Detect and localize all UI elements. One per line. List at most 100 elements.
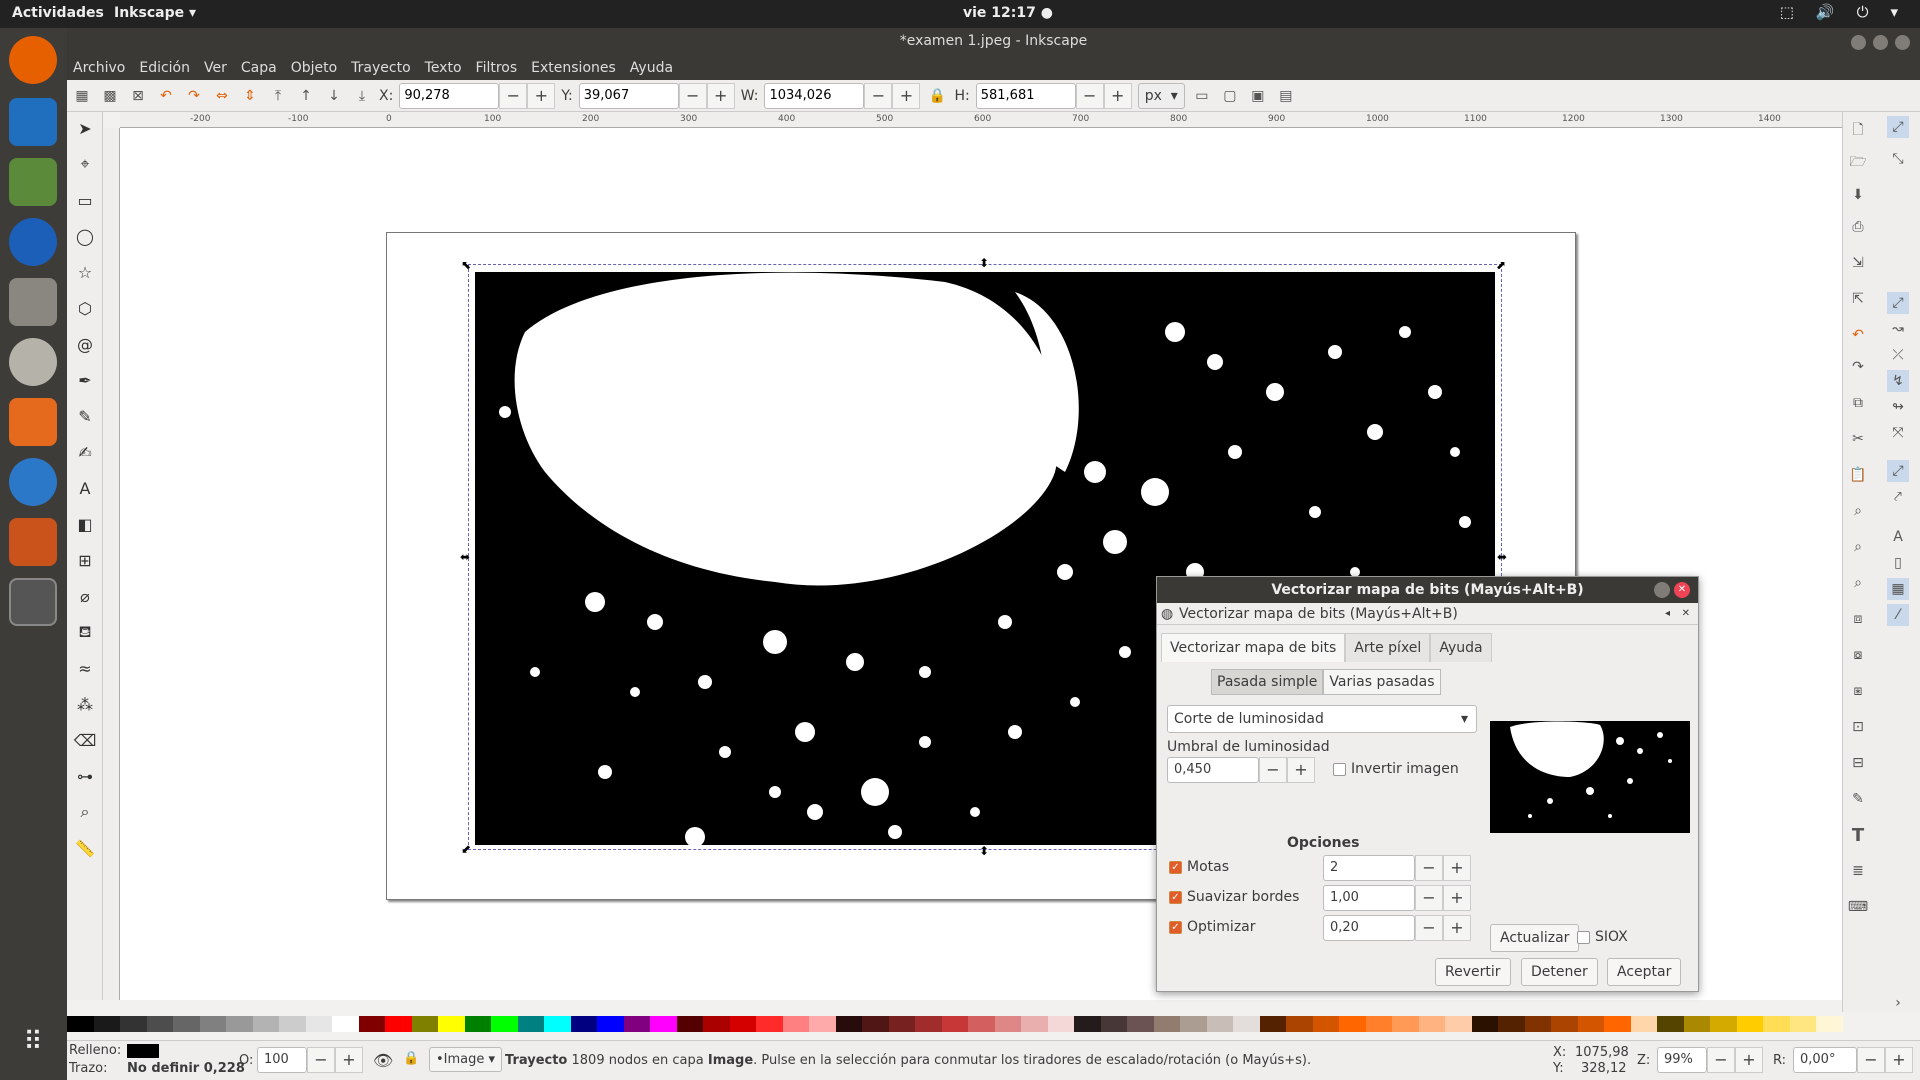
palette-swatch[interactable]	[358, 1016, 385, 1032]
palette-swatch[interactable]	[809, 1016, 836, 1032]
layer-select[interactable]: •Image ▾	[429, 1047, 503, 1072]
palette-swatch[interactable]	[570, 1016, 597, 1032]
palette-swatch[interactable]	[888, 1016, 915, 1032]
calligraphy-tool-icon[interactable]: ✍	[73, 440, 97, 464]
layers-icon[interactable]: ≣	[1847, 860, 1869, 882]
palette-swatch[interactable]	[597, 1016, 624, 1032]
palette-swatch[interactable]	[1577, 1016, 1604, 1032]
pen-tool-icon[interactable]: ✒	[73, 368, 97, 392]
y-increment[interactable]: +	[706, 82, 735, 109]
palette-swatch[interactable]	[1047, 1016, 1074, 1032]
opacity-increment[interactable]: +	[335, 1047, 363, 1073]
new-document-icon[interactable]: 🗋	[1847, 120, 1869, 142]
threshold-spin[interactable]: 0,450− +	[1167, 757, 1315, 783]
palette-swatch[interactable]	[385, 1016, 412, 1032]
group-icon[interactable]: ⊡	[1847, 716, 1869, 738]
x-increment[interactable]: +	[527, 82, 556, 109]
menu-ver[interactable]: Ver	[204, 60, 227, 76]
palette-swatch[interactable]	[1710, 1016, 1737, 1032]
menu-archivo[interactable]: Archivo	[73, 60, 125, 76]
scale-handle-nw[interactable]: ⬉	[461, 258, 471, 272]
h-decrement[interactable]: −	[1075, 82, 1104, 109]
select-all-layers-icon[interactable]: ▩	[99, 85, 121, 107]
flip-vertical-icon[interactable]: ⇕	[239, 85, 261, 107]
revert-button[interactable]: Revertir	[1435, 958, 1511, 986]
smooth-increment[interactable]: +	[1443, 885, 1471, 911]
dialog-close-icon[interactable]: ✕	[1674, 582, 1690, 598]
palette-swatch[interactable]	[623, 1016, 650, 1032]
palette-swatch[interactable]	[968, 1016, 995, 1032]
zoom-spin[interactable]: 99% − +	[1657, 1047, 1763, 1073]
w-decrement[interactable]: −	[864, 82, 893, 109]
palette-swatch[interactable]	[1153, 1016, 1180, 1032]
palette-swatch[interactable]	[1100, 1016, 1127, 1032]
snap-midpoints-icon[interactable]: ⤧	[1887, 422, 1909, 444]
fill-swatch[interactable]	[127, 1044, 159, 1058]
palette-swatch[interactable]	[1657, 1016, 1684, 1032]
scale-stroke-icon[interactable]: ▭	[1191, 85, 1213, 107]
writer-icon[interactable]	[9, 98, 57, 146]
dialog-minimize-icon[interactable]	[1654, 582, 1670, 598]
menu-texto[interactable]: Texto	[425, 60, 462, 76]
rectangle-tool-icon[interactable]: ▭	[73, 188, 97, 212]
h-increment[interactable]: +	[1103, 82, 1132, 109]
scale-handle-s[interactable]: ⬍	[979, 844, 989, 858]
lock-icon[interactable]: 🔒	[926, 85, 948, 107]
zoom-tool-icon[interactable]: ⌕	[73, 800, 97, 824]
unlink-clone-icon[interactable]: ⧆	[1847, 680, 1869, 702]
palette-swatch[interactable]	[1816, 1016, 1843, 1032]
import-icon[interactable]: ⇲	[1847, 252, 1869, 274]
palette-swatch[interactable]	[146, 1016, 173, 1032]
w-input[interactable]	[764, 82, 865, 109]
speckles-value[interactable]: 2	[1323, 855, 1415, 881]
palette-swatch[interactable]	[941, 1016, 968, 1032]
scale-handle-sw[interactable]: ⬋	[461, 842, 471, 856]
palette-swatch[interactable]	[305, 1016, 332, 1032]
lock-icon[interactable]: 🔒	[403, 1051, 419, 1066]
optimize-checkbox[interactable]: ✓ Optimizar	[1169, 919, 1256, 935]
lower-icon[interactable]: ↓	[323, 85, 345, 107]
menu-trayecto[interactable]: Trayecto	[351, 60, 410, 76]
palette-swatch[interactable]	[1312, 1016, 1339, 1032]
print-icon[interactable]: ⎙	[1847, 216, 1869, 238]
rotate-cw-icon[interactable]: ↷	[183, 85, 205, 107]
palette-swatch[interactable]	[491, 1016, 518, 1032]
palette-swatch[interactable]	[1286, 1016, 1313, 1032]
raise-to-top-icon[interactable]: ⤒	[267, 85, 289, 107]
palette-swatch[interactable]	[1206, 1016, 1233, 1032]
node-tool-icon[interactable]: ⌖	[73, 152, 97, 176]
ellipse-tool-icon[interactable]: ◯	[73, 224, 97, 248]
spiral-tool-icon[interactable]: @	[73, 332, 97, 356]
zoom-decrement[interactable]: −	[1707, 1047, 1735, 1073]
selector-tool-icon[interactable]: ➤	[73, 116, 97, 140]
smooth-decrement[interactable]: −	[1415, 885, 1443, 911]
palette-swatch[interactable]	[332, 1016, 359, 1032]
palette-swatch[interactable]	[915, 1016, 942, 1032]
optimize-check-icon[interactable]: ✓	[1169, 920, 1182, 934]
rotate-ccw-icon[interactable]: ↶	[155, 85, 177, 107]
threshold-decrement[interactable]: −	[1259, 757, 1287, 783]
thunderbird-icon[interactable]	[9, 218, 57, 266]
palette-swatch[interactable]	[173, 1016, 200, 1032]
color-palette[interactable]	[67, 1016, 1843, 1032]
palette-swatch[interactable]	[1763, 1016, 1790, 1032]
volume-icon[interactable]: 🔊	[1816, 3, 1835, 21]
palette-swatch[interactable]	[1021, 1016, 1048, 1032]
star-tool-icon[interactable]: ☆	[73, 260, 97, 284]
menu-capa[interactable]: Capa	[241, 60, 277, 76]
tab-trace-bitmap[interactable]: Vectorizar mapa de bits	[1161, 633, 1346, 662]
paint-bucket-tool-icon[interactable]: ⛾	[73, 620, 97, 644]
mesh-tool-icon[interactable]: ⊞	[73, 548, 97, 572]
palette-swatch[interactable]	[1471, 1016, 1498, 1032]
palette-swatch[interactable]	[67, 1016, 94, 1032]
rotation-increment[interactable]: +	[1885, 1047, 1913, 1073]
h-input[interactable]	[975, 82, 1076, 109]
text-font-icon[interactable]: T	[1847, 824, 1869, 846]
speckles-increment[interactable]: +	[1443, 855, 1471, 881]
transform-gradients-icon[interactable]: ▣	[1247, 85, 1269, 107]
menu-edicion[interactable]: Edición	[139, 60, 190, 76]
palette-swatch[interactable]	[1127, 1016, 1154, 1032]
speckles-spin[interactable]: 2− +	[1323, 855, 1471, 881]
palette-swatch[interactable]	[1418, 1016, 1445, 1032]
palette-swatch[interactable]	[120, 1016, 147, 1032]
